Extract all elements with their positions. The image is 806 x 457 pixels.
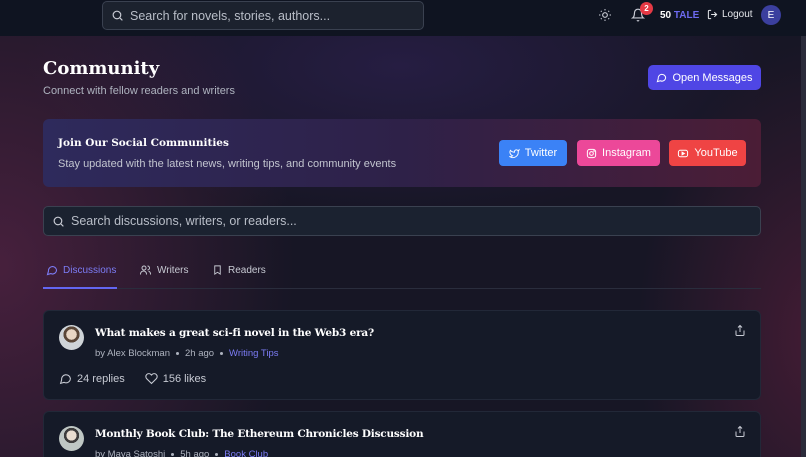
share-icon[interactable] <box>734 425 746 438</box>
discussion-title[interactable]: Monthly Book Club: The Ethereum Chronicl… <box>95 428 424 440</box>
chat-bubble-icon <box>46 264 58 276</box>
youtube-button[interactable]: YouTube <box>669 140 746 166</box>
token-unit: TALE <box>673 10 700 21</box>
separator-dot <box>220 352 224 355</box>
logout-label: Logout <box>722 9 753 20</box>
discussion-category-tag[interactable]: Writing Tips <box>229 348 278 359</box>
message-bubble-icon <box>656 72 667 83</box>
page-subtitle: Connect with fellow readers and writers <box>43 85 235 97</box>
separator-dot <box>175 352 179 355</box>
theme-toggle-sun-icon[interactable] <box>598 8 612 22</box>
share-icon[interactable] <box>734 324 746 337</box>
discussion-meta: by Alex Blockman 2h ago Writing Tips <box>95 348 279 359</box>
like-button[interactable]: 156 likes <box>145 372 206 385</box>
social-communities-banner: Join Our Social Communities Stay updated… <box>43 119 761 187</box>
discussion-category-tag[interactable]: Book Club <box>224 449 268 457</box>
community-tabs: Discussions Writers Readers <box>43 256 761 289</box>
replies-button[interactable]: 24 replies <box>59 372 125 385</box>
separator-dot <box>171 453 175 456</box>
author-avatar[interactable] <box>59 325 84 350</box>
separator-dot <box>215 453 219 456</box>
twitter-icon <box>508 148 520 159</box>
replies-count: 24 replies <box>77 372 125 385</box>
discussion-author: by Alex Blockman <box>95 348 170 359</box>
discussion-stats: 24 replies 156 likes <box>59 372 206 385</box>
twitter-label: Twitter <box>524 147 558 159</box>
users-icon <box>139 264 152 276</box>
logout-button[interactable]: Logout <box>707 9 753 20</box>
likes-count: 156 likes <box>162 372 207 385</box>
search-icon <box>52 215 65 228</box>
discussion-title[interactable]: What makes a great sci-fi novel in the W… <box>95 327 374 339</box>
global-search-input[interactable] <box>130 8 423 23</box>
discussion-card[interactable]: Monthly Book Club: The Ethereum Chronicl… <box>43 411 761 457</box>
tab-readers-label: Readers <box>228 264 266 276</box>
comment-icon <box>59 372 72 385</box>
discussion-card[interactable]: What makes a great sci-fi novel in the W… <box>43 310 761 400</box>
global-search-box[interactable] <box>102 1 424 30</box>
bookmark-icon <box>212 264 223 276</box>
social-banner-title: Join Our Social Communities <box>58 137 229 149</box>
community-search-box[interactable] <box>43 206 761 236</box>
discussion-time: 2h ago <box>184 348 215 359</box>
tab-writers[interactable]: Writers <box>139 264 188 276</box>
discussion-meta: by Maya Satoshi 5h ago Book Club <box>95 449 268 457</box>
open-messages-button[interactable]: Open Messages <box>648 65 761 90</box>
discussion-time: 5h ago <box>180 449 210 457</box>
user-avatar[interactable]: E <box>761 5 781 25</box>
search-icon <box>111 9 124 22</box>
scrollbar[interactable] <box>801 36 806 457</box>
twitter-button[interactable]: Twitter <box>499 140 567 166</box>
youtube-label: YouTube <box>694 147 738 159</box>
author-avatar[interactable] <box>59 426 84 451</box>
tab-discussions[interactable]: Discussions <box>46 264 116 276</box>
social-banner-subtitle: Stay updated with the latest news, writi… <box>58 158 397 170</box>
active-tab-indicator <box>43 287 117 289</box>
instagram-icon <box>586 148 597 159</box>
heart-icon <box>145 372 158 385</box>
token-balance: 50 TALE <box>660 10 699 21</box>
notification-count-badge: 2 <box>640 2 653 15</box>
open-messages-label: Open Messages <box>672 71 753 84</box>
community-search-input[interactable] <box>71 214 760 228</box>
tab-readers[interactable]: Readers <box>212 264 266 276</box>
top-bar: 2 50 TALE Logout E <box>0 0 806 36</box>
youtube-icon <box>677 148 689 159</box>
tab-discussions-label: Discussions <box>63 264 117 276</box>
token-amount: 50 <box>660 10 672 21</box>
discussion-author: by Maya Satoshi <box>95 449 166 457</box>
instagram-button[interactable]: Instagram <box>577 140 660 166</box>
instagram-label: Instagram <box>602 147 651 159</box>
tab-writers-label: Writers <box>157 264 189 276</box>
page-title: Community <box>43 58 160 79</box>
logout-icon <box>707 9 718 20</box>
